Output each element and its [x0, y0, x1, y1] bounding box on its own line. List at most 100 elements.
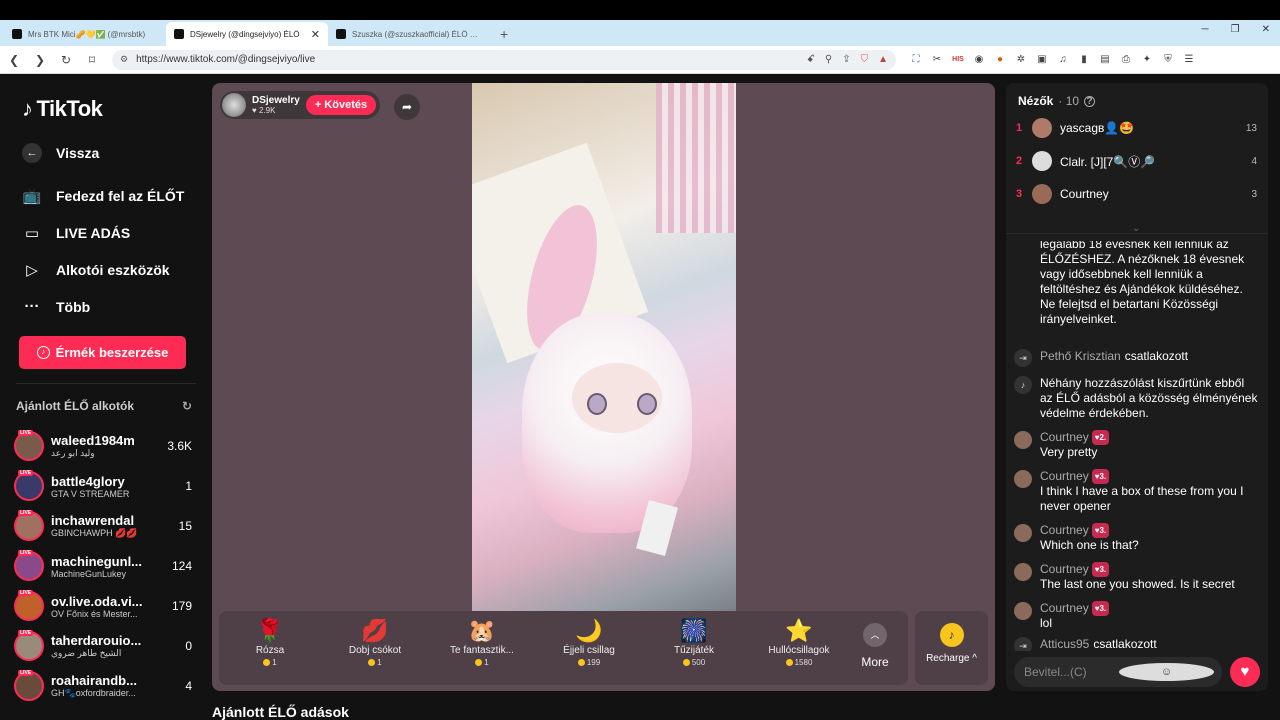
- gift-item[interactable]: 🌹 Rózsa 1: [220, 617, 320, 667]
- live-video[interactable]: [472, 83, 736, 611]
- tiktok-logo[interactable]: ♪ TikTok: [22, 96, 103, 122]
- emoji-icon[interactable]: ☺: [1119, 663, 1214, 681]
- nav-explore-live[interactable]: 📺 Fedezd fel az ÉLŐT: [22, 187, 185, 205]
- forward-icon[interactable]: ❯: [34, 53, 46, 67]
- refresh-icon[interactable]: ↻: [60, 53, 72, 67]
- screenshot-icon[interactable]: ⎙: [1120, 54, 1132, 65]
- gift-item[interactable]: 🌙 Éjjeli csillag 199: [539, 617, 639, 667]
- recharge-button[interactable]: ♪ Recharge ^: [915, 611, 988, 685]
- live-video-container: DSjewelry ♥ 2.9K + Követés ➦ 🌹 Rózsa 1 💋…: [212, 83, 995, 691]
- avatar: [1032, 118, 1052, 138]
- play-icon: ▷: [26, 262, 38, 279]
- gift-item[interactable]: 💋 Dobj csókot 1: [325, 617, 425, 667]
- creator-item[interactable]: LIVE ov.live.oda.vi... OV Főnix és Mester…: [14, 588, 192, 624]
- coin-icon: [475, 659, 483, 666]
- gift-item[interactable]: 🎆 Tűzijáték 500: [644, 617, 744, 667]
- creator-item[interactable]: LIVE battle4glory GTA V STREAMER 1: [14, 468, 192, 504]
- new-tab-icon[interactable]: +: [490, 26, 518, 46]
- fireworks-icon: 🎆: [680, 618, 708, 643]
- sidebar-icon[interactable]: ▮: [1078, 54, 1090, 65]
- refresh-icon[interactable]: ↻: [182, 399, 192, 413]
- like-heart-button[interactable]: ♥: [1230, 657, 1260, 687]
- no-tracking-icon[interactable]: ꗃ: [807, 54, 815, 65]
- browser-tab-active[interactable]: DSjewelry (@dingsejviyo) ÉLŐ ✕: [166, 22, 328, 46]
- address-bar[interactable]: ⚙ https://www.tiktok.com/@dingsejviyo/li…: [112, 49, 896, 70]
- extension-icon[interactable]: ●: [994, 54, 1006, 65]
- info-icon[interactable]: ?: [1084, 95, 1096, 107]
- streamer-info: DSjewelry ♥ 2.9K + Követés: [220, 91, 381, 119]
- tiktok-note-icon: ♪: [22, 96, 33, 121]
- chevron-up-icon: ^: [972, 653, 977, 664]
- more-gifts-button[interactable]: ︿ More: [855, 623, 895, 669]
- back-icon[interactable]: ❮: [8, 53, 20, 67]
- avatar: [1014, 431, 1032, 449]
- nav-creator-tools[interactable]: ▷ Alkotói eszközök: [22, 261, 169, 279]
- level-badge: ♥3.: [1091, 523, 1110, 538]
- divider: [1006, 233, 1268, 234]
- back-link[interactable]: ← Vissza: [22, 143, 99, 163]
- nav-go-live[interactable]: ▭ LIVE ADÁS: [22, 224, 130, 242]
- share-icon[interactable]: ➦: [394, 94, 420, 120]
- nav-more[interactable]: ··· Több: [22, 298, 91, 315]
- avatar: [1014, 524, 1032, 542]
- vpn-icon[interactable]: ⛨: [1162, 54, 1174, 65]
- creator-item[interactable]: LIVE machinegunl... MachineGunLukey 124: [14, 548, 192, 584]
- creator-item[interactable]: LIVE inchawrendal GBINCHAWPH 💋💋 15: [14, 508, 192, 544]
- gift-item[interactable]: 🐹 Te fantasztik... 1: [432, 617, 532, 667]
- top-viewer-row[interactable]: 3 Courtney 3: [1016, 182, 1257, 206]
- avatar: LIVE: [14, 670, 44, 701]
- rose-icon: 🌹: [256, 618, 284, 643]
- tools-icon[interactable]: ✂: [931, 54, 943, 65]
- browser-tab[interactable]: Szuszka (@szuszkaofficial) ÉLŐ adás: [328, 22, 490, 46]
- chat-message: Courtney ♥2. Very pretty: [1014, 430, 1260, 460]
- brave-rewards-icon[interactable]: ▲: [878, 54, 888, 65]
- top-viewer-row[interactable]: 1 yascagв👤🤩 13: [1016, 116, 1257, 140]
- extension-icon[interactable]: ▣: [1036, 54, 1048, 65]
- share-page-icon[interactable]: ⇪: [842, 54, 850, 65]
- browser-tab[interactable]: Mrs BTK Mici🥜💛✅ (@mrsbtk): [4, 22, 166, 46]
- avatar: [1014, 602, 1032, 620]
- minimize-icon[interactable]: ─: [1202, 24, 1209, 35]
- zoom-icon[interactable]: ⚲: [825, 54, 832, 65]
- avatar: LIVE: [14, 430, 44, 461]
- extension-icon[interactable]: HIS: [952, 56, 964, 63]
- brave-shield-icon[interactable]: ⛉: [861, 54, 869, 65]
- hamster-icon: 🐹: [468, 618, 496, 643]
- enter-icon: ⇥: [1014, 637, 1032, 651]
- streamer-avatar[interactable]: [222, 93, 246, 117]
- recommended-live-title: Ajánlott ÉLŐ adások: [212, 704, 349, 720]
- gift-item[interactable]: ⭐ Hullócsillagok 1580: [749, 617, 849, 667]
- chat-message: Courtney ♥3. lol: [1014, 601, 1260, 631]
- follow-button[interactable]: + Követés: [305, 95, 377, 115]
- close-tab-icon[interactable]: ✕: [311, 28, 320, 41]
- join-message: ⇥ Atticus95 csatlakozott: [1014, 637, 1260, 651]
- coin-icon: ♪: [36, 346, 50, 359]
- wallet-icon[interactable]: ▤: [1099, 54, 1111, 65]
- chat-input[interactable]: Bevitel...(C) ☺: [1014, 657, 1222, 687]
- leo-ai-icon[interactable]: ✦: [1141, 54, 1153, 65]
- divider: [16, 383, 196, 384]
- creator-item[interactable]: LIVE waleed1984m وليد ابو رعد 3.6K: [14, 428, 192, 464]
- avatar: LIVE: [14, 470, 44, 501]
- top-viewer-row[interactable]: 2 Clalr. [J][7🔍Ⓥ🔎 4: [1016, 149, 1257, 173]
- chevron-up-icon: ︿: [863, 623, 887, 647]
- translate-icon[interactable]: ⛶: [910, 54, 922, 65]
- chat-list: legalább 18 évesnek kell lenniük az ÉLŐZ…: [1006, 241, 1268, 651]
- menu-icon[interactable]: ☰: [1183, 54, 1195, 65]
- creator-item[interactable]: LIVE roahairandb... GH🐾oxfordbraider... 4: [14, 668, 192, 704]
- site-info-icon[interactable]: ⚙: [120, 54, 128, 65]
- restore-icon[interactable]: ❐: [1231, 24, 1240, 35]
- avatar: [1032, 151, 1052, 171]
- coin-icon: [785, 659, 793, 666]
- extension-icon[interactable]: ◉: [973, 54, 985, 65]
- tv-icon: 📺: [22, 188, 42, 205]
- puzzle-icon[interactable]: ✲: [1015, 54, 1027, 65]
- creator-item[interactable]: LIVE taherdarouio... الشيخ طاهر ضروي 0: [14, 628, 192, 664]
- bookmark-icon[interactable]: ⌑: [86, 53, 98, 67]
- buy-coins-button[interactable]: ♪ Érmék beszerzése: [19, 336, 186, 369]
- close-window-icon[interactable]: ✕: [1262, 24, 1270, 35]
- tiktok-favicon-icon: [12, 29, 22, 39]
- level-badge: ♥3.: [1091, 601, 1110, 616]
- kiss-icon: 💋: [361, 618, 389, 643]
- music-icon[interactable]: ♫: [1057, 54, 1069, 65]
